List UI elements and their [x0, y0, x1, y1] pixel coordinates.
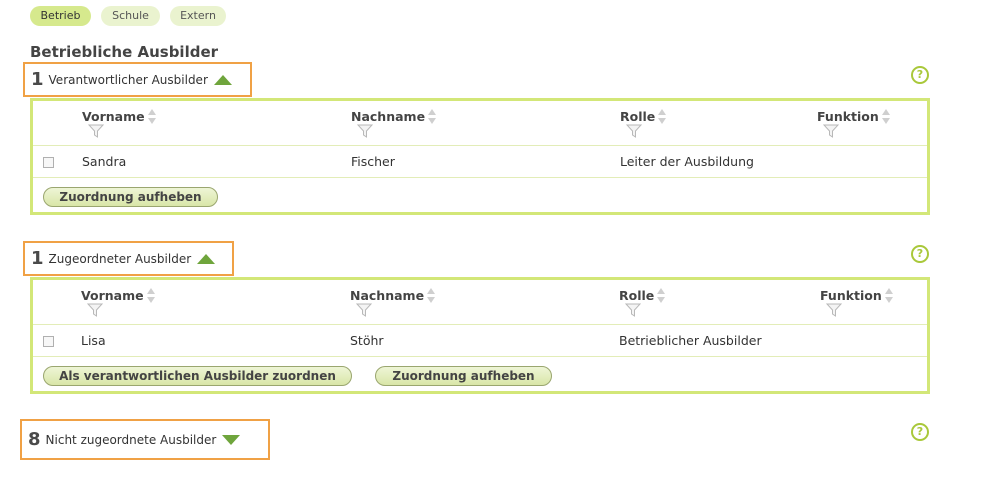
group-count: 1	[31, 69, 44, 90]
group-label: Verantwortlicher Ausbilder	[48, 72, 208, 87]
cell-nachname: Fischer	[351, 154, 395, 169]
zuordnung-aufheben-button[interactable]: Zuordnung aufheben	[375, 366, 552, 386]
section-title: Betriebliche Ausbilder	[30, 43, 219, 61]
filter-icon[interactable]	[626, 124, 642, 138]
filter-icon[interactable]	[625, 303, 641, 317]
filter-icon[interactable]	[87, 303, 103, 317]
table-zugeordnet: Vorname Nachname Rolle Funktion Lisa Stö…	[30, 277, 930, 394]
sort-icon[interactable]	[881, 109, 891, 125]
help-icon[interactable]: ?	[911, 66, 929, 84]
group-header-zugeordnet[interactable]: 1 Zugeordneter Ausbilder	[23, 241, 234, 276]
table-actions: Zuordnung aufheben	[33, 178, 927, 212]
sort-icon[interactable]	[146, 288, 156, 304]
group-label: Nicht zugeordnete Ausbilder	[45, 432, 217, 447]
filter-icon[interactable]	[356, 303, 372, 317]
column-rolle[interactable]: Rolle	[619, 288, 666, 304]
sort-icon[interactable]	[147, 109, 157, 125]
zuordnung-aufheben-button[interactable]: Zuordnung aufheben	[43, 187, 218, 207]
column-vorname[interactable]: Vorname	[82, 109, 157, 125]
table-row[interactable]: Lisa Stöhr Betrieblicher Ausbilder	[33, 325, 927, 357]
group-header-verantwortlich[interactable]: 1 Verantwortlicher Ausbilder	[23, 62, 252, 97]
cell-rolle: Betrieblicher Ausbilder	[619, 333, 762, 348]
group-count: 8	[28, 429, 41, 450]
help-icon[interactable]: ?	[911, 245, 929, 263]
cell-nachname: Stöhr	[350, 333, 384, 348]
collapse-triangle-icon[interactable]	[213, 74, 232, 85]
table-header: Vorname Nachname Rolle Funktion	[33, 280, 927, 325]
cell-rolle: Leiter der Ausbildung	[620, 154, 754, 169]
group-label: Zugeordneter Ausbilder	[48, 251, 192, 266]
group-header-nicht-zugeordnet[interactable]: 8 Nicht zugeordnete Ausbilder	[20, 419, 270, 460]
group-count: 1	[31, 248, 44, 269]
collapse-triangle-icon[interactable]	[197, 253, 216, 264]
column-nachname[interactable]: Nachname	[350, 288, 436, 304]
column-rolle[interactable]: Rolle	[620, 109, 667, 125]
table-actions: Als verantwortlichen Ausbilder zuordnen …	[33, 357, 927, 391]
sort-icon[interactable]	[658, 109, 667, 125]
als-verantwortlich-zuordnen-button[interactable]: Als verantwortlichen Ausbilder zuordnen	[43, 366, 352, 386]
tab-extern[interactable]: Extern	[170, 6, 226, 26]
sort-icon[interactable]	[427, 288, 436, 304]
sort-icon[interactable]	[657, 288, 666, 304]
column-nachname[interactable]: Nachname	[351, 109, 437, 125]
table-row[interactable]: Sandra Fischer Leiter der Ausbildung	[33, 146, 927, 178]
expand-triangle-icon[interactable]	[222, 434, 241, 445]
table-verantwortlich: Vorname Nachname Rolle Funktion Sandra F…	[30, 98, 930, 215]
tab-betrieb[interactable]: Betrieb	[30, 6, 91, 26]
sort-icon[interactable]	[884, 288, 894, 304]
row-checkbox[interactable]	[43, 157, 54, 168]
column-vorname[interactable]: Vorname	[81, 288, 156, 304]
help-icon[interactable]: ?	[911, 423, 929, 441]
tab-schule[interactable]: Schule	[101, 6, 160, 26]
column-funktion[interactable]: Funktion	[817, 109, 891, 125]
filter-icon[interactable]	[823, 124, 839, 138]
filter-icon[interactable]	[88, 124, 104, 138]
row-checkbox[interactable]	[43, 336, 54, 347]
filter-icon[interactable]	[357, 124, 373, 138]
column-funktion[interactable]: Funktion	[820, 288, 894, 304]
cell-vorname: Lisa	[81, 333, 106, 348]
filter-icon[interactable]	[826, 303, 842, 317]
cell-vorname: Sandra	[82, 154, 127, 169]
sort-icon[interactable]	[428, 109, 437, 125]
table-header: Vorname Nachname Rolle Funktion	[33, 101, 927, 146]
